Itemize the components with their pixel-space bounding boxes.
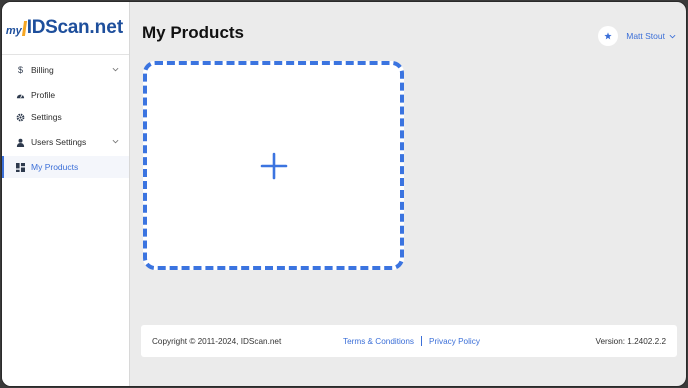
gear-icon bbox=[16, 113, 25, 122]
favorites-button[interactable] bbox=[598, 26, 619, 46]
sidebar-item-label: Profile bbox=[31, 90, 56, 100]
add-product-card[interactable] bbox=[143, 61, 404, 270]
sidebar-item-profile[interactable]: Profile bbox=[2, 84, 129, 106]
user-name-dropdown[interactable]: Matt Stout bbox=[626, 31, 665, 41]
terms-link[interactable]: Terms & Conditions bbox=[343, 337, 414, 346]
sidebar-item-label: Settings bbox=[31, 112, 62, 122]
footer-links: Terms & Conditions Privacy Policy bbox=[343, 336, 480, 346]
version-text: Version: 1.2402.2.2 bbox=[595, 336, 666, 346]
chevron-down-icon bbox=[112, 139, 119, 144]
link-divider bbox=[420, 336, 422, 346]
plus-icon bbox=[260, 152, 287, 179]
sidebar-item-billing[interactable]: $ Billing bbox=[2, 59, 129, 81]
sidebar-item-users-settings[interactable]: Users Settings bbox=[2, 131, 129, 153]
logo[interactable]: my IDScan .net bbox=[2, 2, 129, 55]
logo-prefix: my bbox=[5, 25, 22, 37]
copyright-text: Copyright © 2011-2024, IDScan.net bbox=[152, 336, 282, 346]
sidebar-item-label: Billing bbox=[31, 65, 54, 75]
dollar-icon: $ bbox=[17, 65, 23, 75]
star-icon bbox=[604, 32, 612, 40]
footer: Copyright © 2011-2024, IDScan.net Terms … bbox=[141, 325, 677, 357]
user-icon bbox=[16, 138, 25, 147]
page-title: My Products bbox=[142, 23, 245, 42]
sidebar-item-label: Users Settings bbox=[31, 137, 87, 147]
sidebar-item-my-products[interactable]: My Products bbox=[2, 156, 129, 178]
sidebar-nav: $ Billing Profile Settings Users Setting… bbox=[2, 55, 129, 178]
chevron-down-icon[interactable] bbox=[669, 33, 676, 40]
grid-layout-icon bbox=[16, 162, 25, 172]
logo-suffix: .net bbox=[89, 17, 124, 38]
sidebar: my IDScan .net $ Billing Profile Setting… bbox=[2, 2, 130, 386]
logo-brand: IDScan bbox=[26, 17, 90, 38]
dashboard-gauge-icon bbox=[16, 91, 25, 100]
sidebar-item-label: My Products bbox=[31, 162, 79, 172]
chevron-down-icon bbox=[112, 67, 119, 72]
privacy-link[interactable]: Privacy Policy bbox=[429, 337, 480, 346]
user-menu: Matt Stout bbox=[598, 26, 676, 46]
app-window: my IDScan .net $ Billing Profile Setting… bbox=[1, 1, 687, 387]
sidebar-item-settings[interactable]: Settings bbox=[2, 106, 129, 128]
